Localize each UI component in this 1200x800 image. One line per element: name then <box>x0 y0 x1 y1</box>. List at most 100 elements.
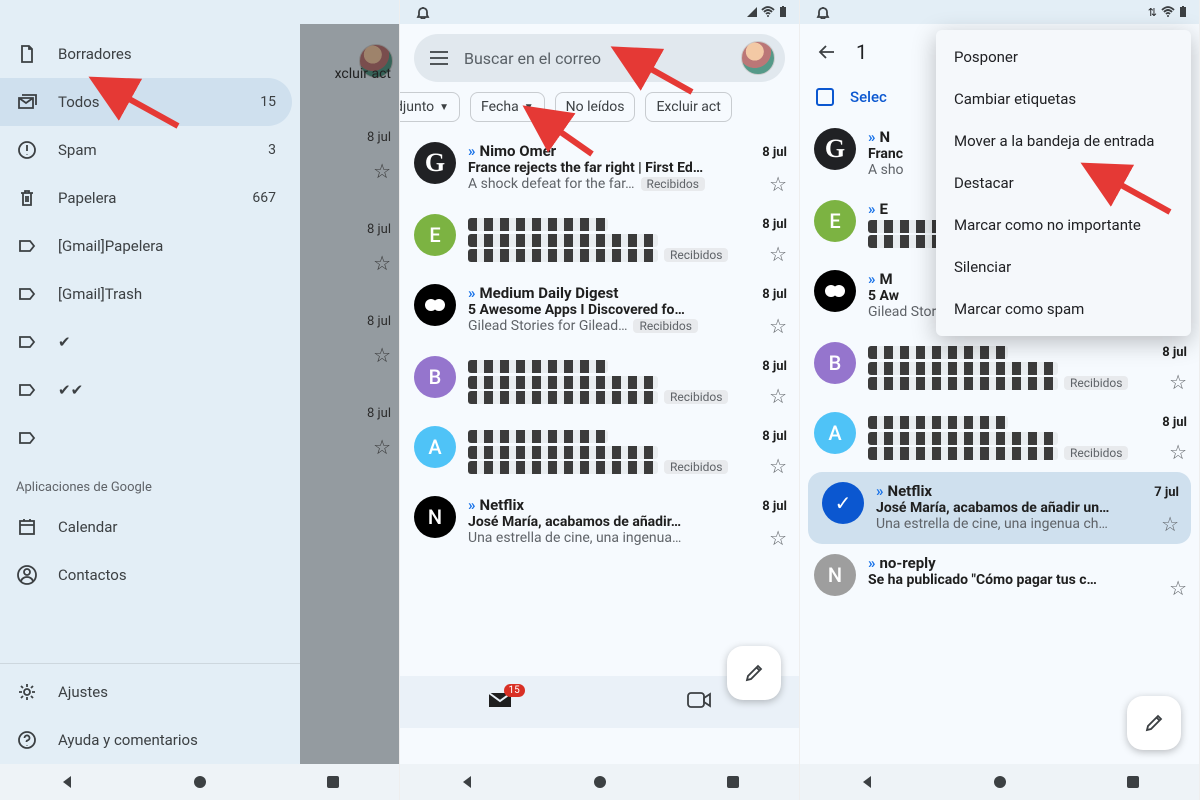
chip-adjunto[interactable]: djunto▼ <box>400 92 460 122</box>
star-icon[interactable]: ☆ <box>1161 512 1179 536</box>
help-icon <box>16 729 38 751</box>
mail-avatar[interactable]: A <box>814 412 856 454</box>
drawer-contacts[interactable]: Contactos <box>0 551 292 599</box>
calendar-icon <box>16 516 38 538</box>
mail-snippet: Recibidos <box>868 376 1187 390</box>
drawer-label-gmail-trash[interactable]: [Gmail]Trash <box>0 270 292 318</box>
mail-item[interactable]: N »Netflix 8 jul José María, acabamos de… <box>400 486 799 558</box>
nav-home-icon[interactable] <box>193 775 207 789</box>
stacked-mail-icon <box>16 91 38 113</box>
mail-avatar[interactable]: ✓ <box>822 482 864 524</box>
compose-fab[interactable] <box>1127 696 1181 750</box>
mail-item[interactable]: N »no-reply Se ha publicado "Cómo pagar … <box>800 544 1199 608</box>
select-all-checkbox[interactable] <box>816 88 834 106</box>
star-icon[interactable]: ☆ <box>769 242 787 266</box>
mail-avatar[interactable]: N <box>414 496 456 538</box>
back-arrow-icon[interactable] <box>816 41 838 63</box>
pencil-icon <box>743 662 765 684</box>
mail-sender: »Netflix <box>468 496 756 514</box>
drawer-label-doublecheck[interactable]: ✔✔ <box>0 366 292 414</box>
mail-avatar[interactable] <box>814 270 856 312</box>
drawer-label-gmail-papelera[interactable]: [Gmail]Papelera <box>0 222 292 270</box>
account-avatar[interactable] <box>741 41 775 75</box>
trash-icon <box>16 187 38 209</box>
mail-avatar[interactable]: G <box>414 142 456 184</box>
drawer-all[interactable]: Todos 15 <box>0 78 292 126</box>
star-icon[interactable]: ☆ <box>769 526 787 550</box>
mail-avatar[interactable] <box>414 284 456 326</box>
tab-meet[interactable] <box>686 690 712 714</box>
mail-avatar[interactable]: B <box>414 356 456 398</box>
nav-back-icon[interactable] <box>459 774 475 790</box>
nav-recent-icon[interactable] <box>326 775 340 789</box>
mail-snippet: Recibidos <box>468 248 787 262</box>
nav-drawer: Borradores Todos 15 Spam 3 Papelera 667 … <box>0 0 300 764</box>
drawer-trash[interactable]: Papelera 667 <box>0 174 292 222</box>
wifi-icon <box>761 6 775 18</box>
label-icon <box>16 427 38 449</box>
drawer-label-empty[interactable] <box>0 414 292 462</box>
drawer-help[interactable]: Ayuda y comentarios <box>0 716 292 764</box>
menu-cambiar-etiquetas[interactable]: Cambiar etiquetas <box>936 78 1191 120</box>
mail-item[interactable]: »Medium Daily Digest 8 jul 5 Awesome App… <box>400 274 799 346</box>
chip-fecha[interactable]: Fecha▼ <box>470 92 545 122</box>
menu-icon[interactable] <box>428 49 450 67</box>
mail-sender <box>868 412 1156 430</box>
chip-excluir[interactable]: Excluir act <box>645 92 731 122</box>
mail-subject <box>468 232 787 248</box>
select-all-label[interactable]: Selec <box>850 88 887 106</box>
mail-date: 7 jul <box>1154 485 1179 500</box>
star-icon[interactable]: ☆ <box>1169 440 1187 464</box>
nav-back-icon[interactable] <box>859 774 875 790</box>
mail-avatar[interactable]: N <box>814 554 856 596</box>
mail-avatar[interactable]: B <box>814 342 856 384</box>
menu-spam[interactable]: Marcar como spam <box>936 288 1191 330</box>
mail-avatar[interactable]: E <box>414 214 456 256</box>
drawer-label-check[interactable]: ✔ <box>0 318 292 366</box>
mail-item[interactable]: E 8 jul Recibidos ☆ <box>400 204 799 274</box>
mail-item[interactable]: A 8 jul Recibidos ☆ <box>800 402 1199 472</box>
mail-item[interactable]: B 8 jul Recibidos ☆ <box>800 332 1199 402</box>
drawer-settings[interactable]: Ajustes <box>0 668 292 716</box>
nav-back-icon[interactable] <box>59 774 75 790</box>
drawer-drafts[interactable]: Borradores <box>0 30 292 78</box>
star-icon[interactable]: ☆ <box>1169 576 1187 600</box>
tab-mail[interactable]: 15 <box>487 690 513 714</box>
mail-item[interactable]: A 8 jul Recibidos ☆ <box>400 416 799 486</box>
nav-recent-icon[interactable] <box>1126 775 1140 789</box>
star-icon[interactable]: ☆ <box>769 314 787 338</box>
spam-icon <box>16 139 38 161</box>
star-icon[interactable]: ☆ <box>769 454 787 478</box>
mail-snippet: Recibidos <box>868 446 1187 460</box>
compose-fab[interactable] <box>727 646 781 700</box>
drawer-calendar[interactable]: Calendar <box>0 503 292 551</box>
panel-context-menu: ⇅ 1 Selec G »N Franc A sho ☆ E »E 8 jul … <box>800 0 1200 800</box>
mail-date: 8 jul <box>762 429 787 444</box>
star-icon[interactable]: ☆ <box>1169 370 1187 394</box>
mail-snippet: Recibidos <box>468 390 787 404</box>
menu-posponer[interactable]: Posponer <box>936 36 1191 78</box>
star-icon[interactable]: ☆ <box>769 384 787 408</box>
menu-silenciar[interactable]: Silenciar <box>936 246 1191 288</box>
drawer-spam[interactable]: Spam 3 <box>0 126 292 174</box>
menu-destacar[interactable]: Destacar <box>936 162 1191 204</box>
panel-inbox: Buscar en el correo djunto▼ Fecha▼ No le… <box>400 0 800 800</box>
mail-date: 8 jul <box>762 499 787 514</box>
mail-avatar[interactable]: E <box>814 200 856 242</box>
mail-avatar[interactable]: A <box>414 426 456 468</box>
mail-item[interactable]: B 8 jul Recibidos ☆ <box>400 346 799 416</box>
chip-noleidos[interactable]: No leídos <box>555 92 636 122</box>
android-navbar <box>0 764 399 800</box>
star-icon[interactable]: ☆ <box>769 172 787 196</box>
mail-date: 8 jul <box>762 217 787 232</box>
nav-recent-icon[interactable] <box>726 775 740 789</box>
nav-home-icon[interactable] <box>593 775 607 789</box>
menu-no-importante[interactable]: Marcar como no importante <box>936 204 1191 246</box>
mail-date: 8 jul <box>1162 415 1187 430</box>
mail-avatar[interactable]: G <box>814 128 856 170</box>
mail-item[interactable]: ✓ »Netflix 7 jul José María, acabamos de… <box>808 472 1191 544</box>
nav-home-icon[interactable] <box>993 775 1007 789</box>
mail-item[interactable]: G »Nimo Omer 8 jul France rejects the fa… <box>400 132 799 204</box>
menu-mover-bandeja[interactable]: Mover a la bandeja de entrada <box>936 120 1191 162</box>
search-bar[interactable]: Buscar en el correo <box>414 34 785 82</box>
